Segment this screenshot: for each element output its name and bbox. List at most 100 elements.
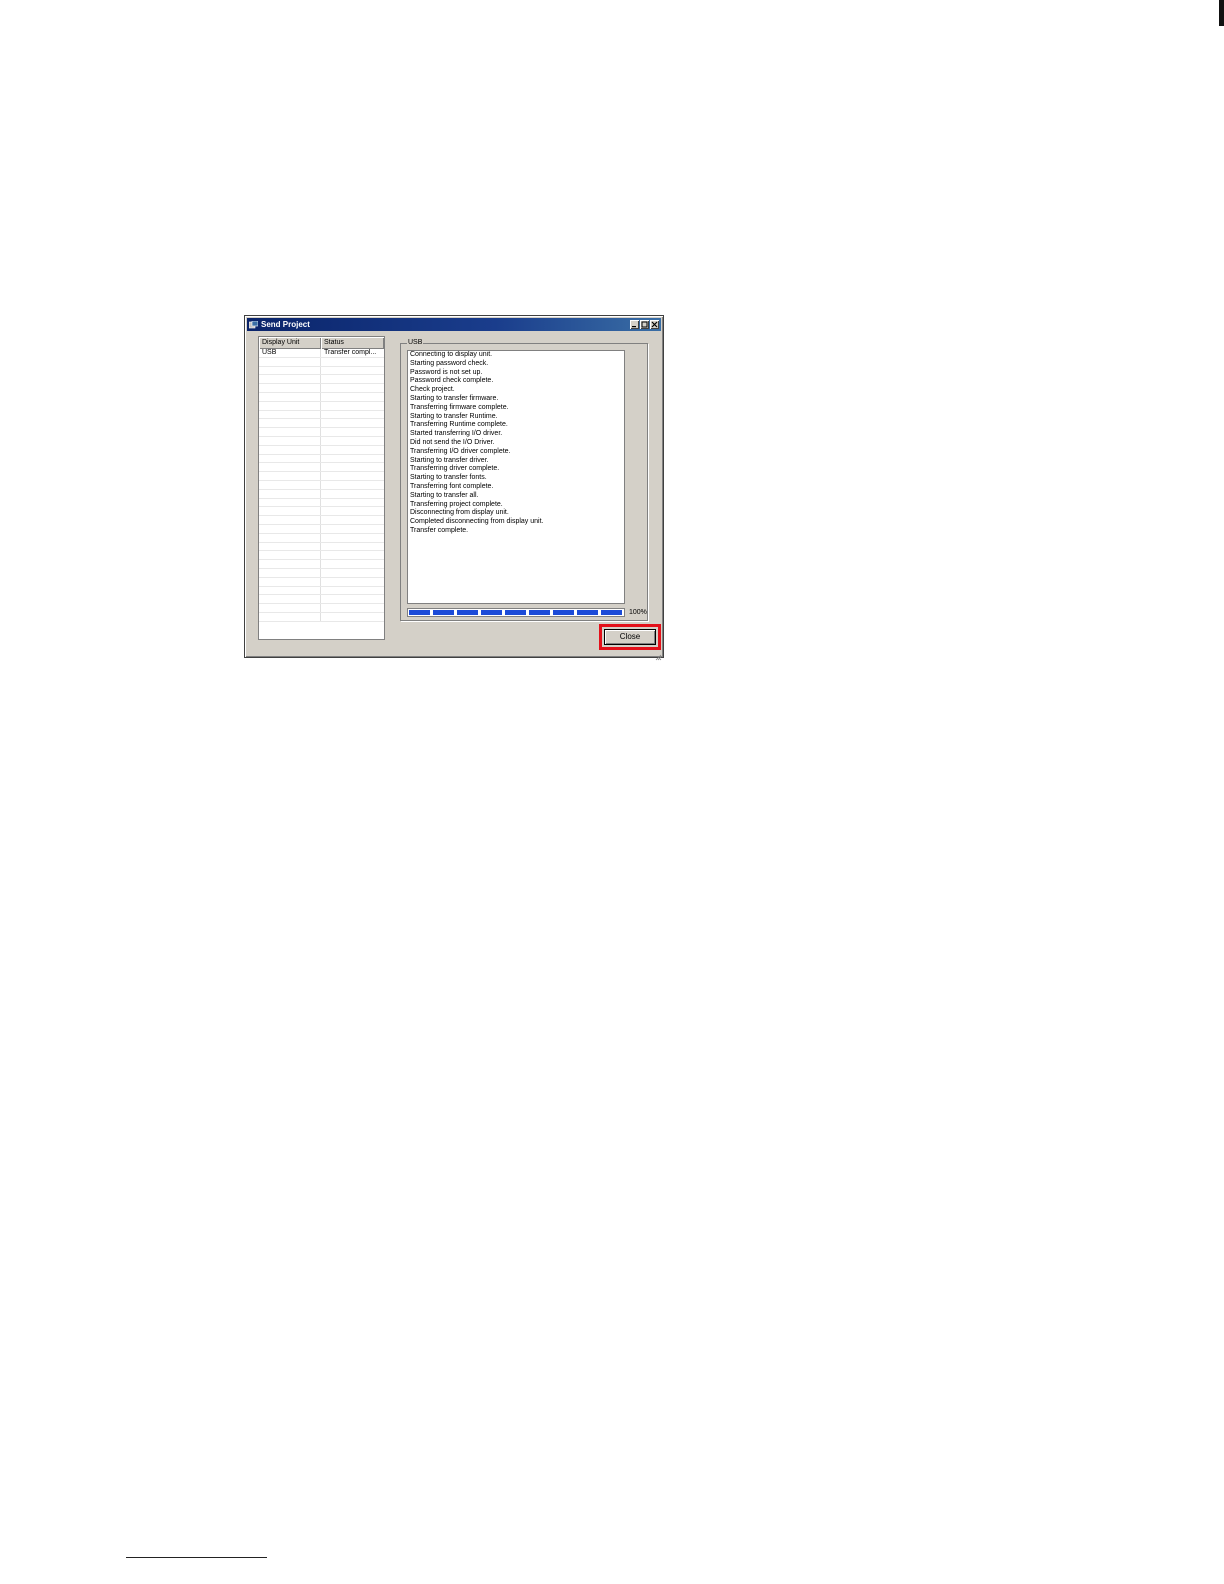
cell-display-unit [259, 401, 321, 410]
cell-status [321, 367, 384, 375]
maximize-icon[interactable] [640, 320, 649, 329]
cell-status [321, 569, 384, 577]
log-line: Starting password check. [410, 359, 489, 367]
empty-table-row [259, 375, 384, 385]
cell-display-unit [259, 542, 321, 551]
empty-table-row [259, 533, 384, 543]
empty-table-row [259, 463, 384, 473]
empty-table-row [259, 436, 384, 446]
send-project-dialog: Send Project Display Unit Status USB Tran… [244, 315, 664, 661]
cell-display-unit [259, 533, 321, 542]
cell-status [321, 402, 384, 410]
log-line: Starting to transfer firmware. [410, 394, 499, 402]
empty-table-row [259, 410, 384, 420]
close-button[interactable]: Close [604, 629, 656, 645]
log-line: Did not send the I/O Driver. [410, 438, 495, 446]
empty-table-row [259, 604, 384, 613]
close-icon[interactable] [650, 320, 659, 329]
table-row[interactable]: USB Transfer compl... [259, 349, 384, 358]
log-line: Password is not set up. [410, 368, 483, 376]
display-unit-list[interactable]: Display Unit Status USB Transfer compl... [258, 336, 385, 640]
empty-table-row [259, 472, 384, 481]
log-line: Check project. [410, 386, 455, 394]
cell-display-unit [259, 366, 321, 375]
cell-status [321, 595, 384, 603]
cell-status [321, 411, 384, 419]
cell-display-unit [259, 577, 321, 586]
cell-display-unit [259, 384, 321, 392]
cell-display-unit [259, 595, 321, 604]
log-line: Transferring font complete. [410, 482, 494, 490]
cell-display-unit [259, 436, 321, 445]
resize-grip-icon[interactable] [654, 648, 662, 661]
log-line: Completed disconnecting from display uni… [410, 518, 544, 526]
log-group: USB Connecting to display unit. Starting … [400, 338, 648, 621]
log-line: Started transferring I/O driver. [410, 430, 503, 438]
title-bar[interactable]: Send Project [247, 318, 661, 331]
cell-display-unit [259, 428, 321, 436]
empty-table-row [259, 577, 384, 587]
cell-status [321, 587, 384, 595]
cell-status [321, 490, 384, 498]
list-header: Display Unit Status [259, 337, 384, 349]
log-line: Starting to transfer fonts. [410, 474, 487, 482]
cell-display-unit: USB [259, 349, 321, 357]
cell-display-unit [259, 419, 321, 428]
cell-display-unit [259, 586, 321, 595]
cell-display-unit [259, 560, 321, 568]
cell-status [321, 419, 384, 427]
cell-status [321, 543, 384, 551]
cell-display-unit [259, 472, 321, 480]
cell-display-unit [259, 463, 321, 472]
empty-table-row [259, 357, 384, 367]
cell-status [321, 358, 384, 366]
empty-table-row [259, 586, 384, 596]
log-line: Starting to transfer all. [410, 491, 479, 499]
cell-display-unit [259, 516, 321, 524]
footnote-rule [126, 1557, 267, 1558]
cell-status: Transfer compl... [324, 349, 377, 356]
page-edge-mark [1219, 0, 1224, 26]
log-line: Password check complete. [410, 377, 494, 385]
cell-status [321, 472, 384, 480]
cell-status [321, 613, 384, 621]
empty-table-row [259, 401, 384, 411]
cell-display-unit [259, 604, 321, 612]
empty-table-row [259, 612, 384, 622]
cell-display-unit [259, 524, 321, 533]
log-line: Starting to transfer driver. [410, 456, 489, 464]
cell-display-unit [259, 445, 321, 454]
cell-display-unit [259, 612, 321, 621]
cell-status [321, 551, 384, 559]
log-line: Transferring project complete. [410, 500, 503, 508]
empty-table-row [259, 384, 384, 393]
column-header-status[interactable]: Status [321, 337, 384, 349]
cell-status [321, 560, 384, 568]
group-label: USB [407, 338, 424, 347]
cell-status [321, 446, 384, 454]
log-box[interactable]: Connecting to display unit. Starting pass… [407, 350, 625, 604]
cell-status [321, 578, 384, 586]
empty-table-row [259, 419, 384, 429]
empty-table-row [259, 560, 384, 569]
cell-status [321, 499, 384, 507]
cell-display-unit [259, 480, 321, 489]
cell-status [321, 437, 384, 445]
cell-display-unit [259, 392, 321, 401]
minimize-icon[interactable] [630, 320, 639, 329]
column-header-display-unit[interactable]: Display Unit [259, 337, 321, 349]
empty-table-row [259, 392, 384, 402]
log-line: Transfer complete. [410, 526, 469, 534]
cell-status [321, 604, 384, 612]
empty-table-row [259, 551, 384, 561]
cell-display-unit [259, 454, 321, 463]
empty-table-row [259, 454, 384, 464]
log-line: Disconnecting from display unit. [410, 509, 509, 517]
empty-table-row [259, 507, 384, 517]
cell-status [321, 428, 384, 436]
log-line: Transferring I/O driver complete. [410, 447, 511, 455]
cell-display-unit [259, 507, 321, 516]
log-line: Transferring firmware complete. [410, 403, 509, 411]
cell-status [321, 375, 384, 383]
cell-status [321, 481, 384, 489]
